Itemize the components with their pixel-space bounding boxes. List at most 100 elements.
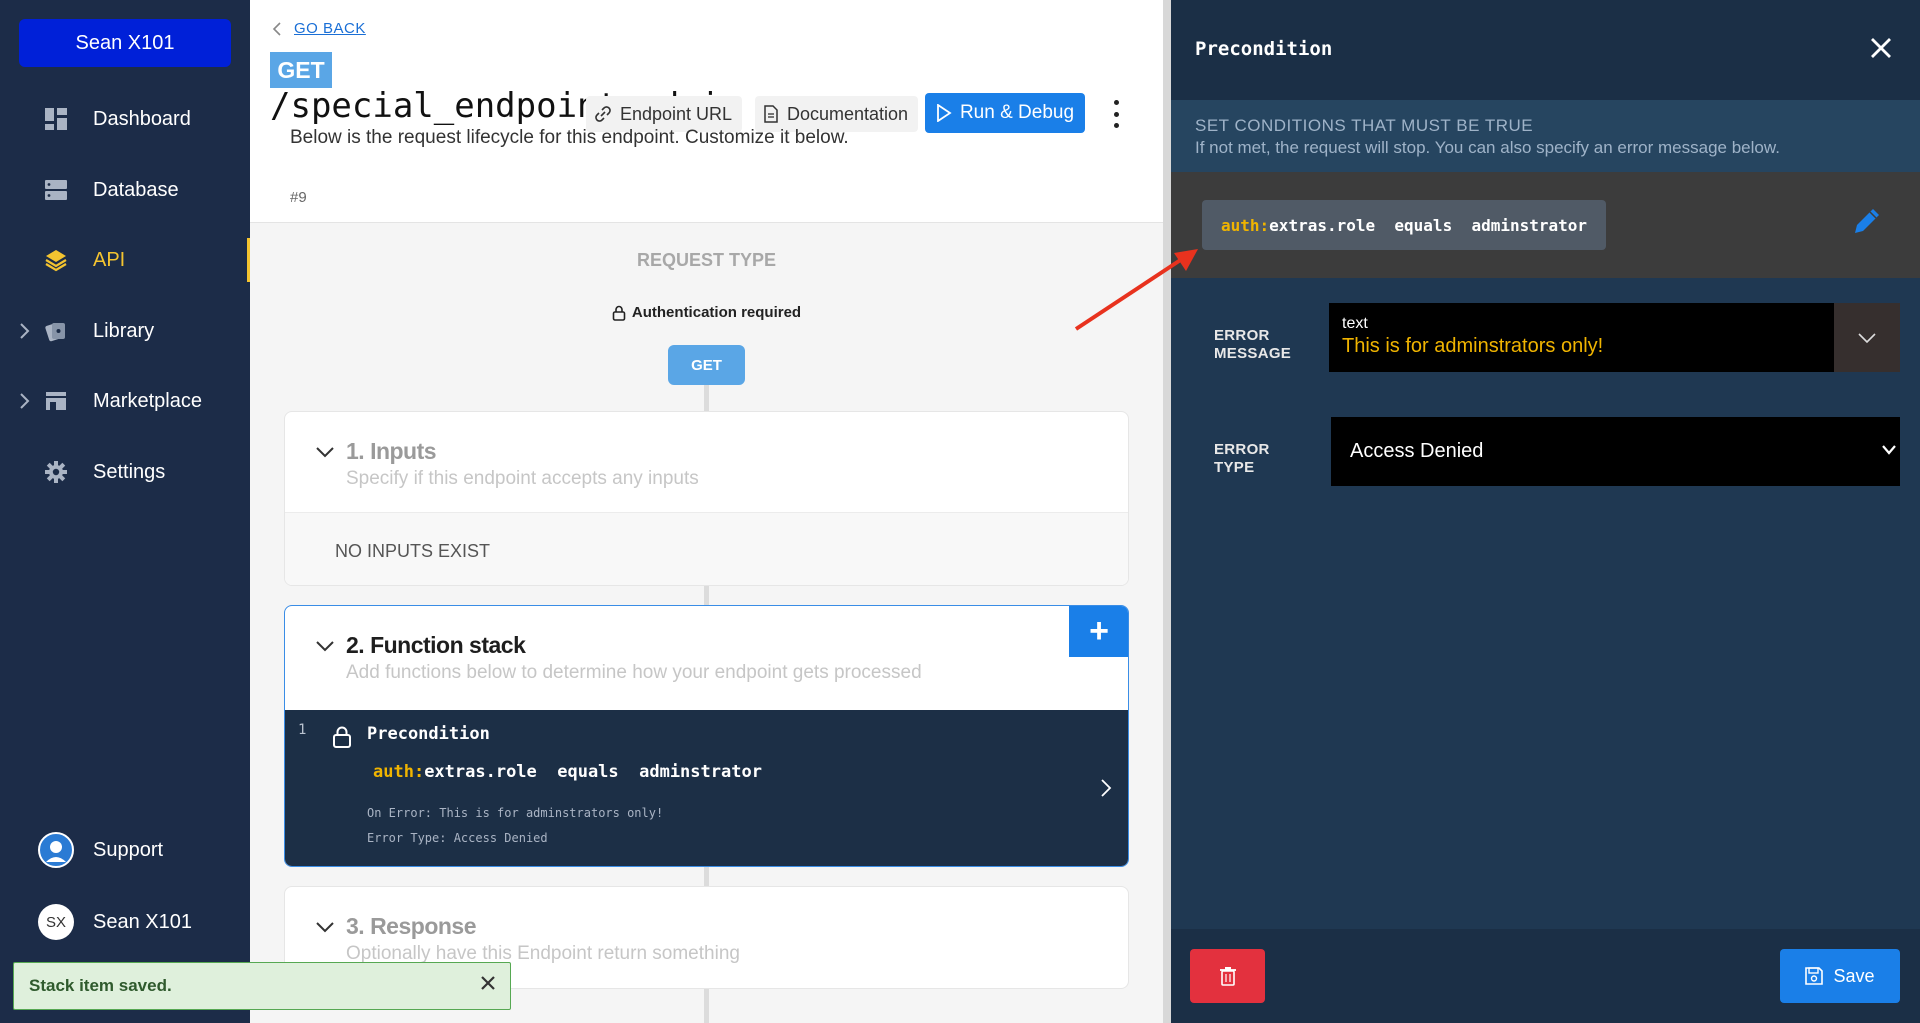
stack-item-error-type: Error Type: Access Denied (367, 831, 548, 845)
toast-notification: Stack item saved. (13, 962, 511, 1010)
pencil-icon[interactable] (1851, 205, 1883, 237)
save-button[interactable]: Save (1780, 949, 1900, 1003)
play-icon (937, 104, 952, 122)
stack-item-index: 1 (298, 722, 307, 738)
sidebar-item-database[interactable]: Database (0, 164, 250, 216)
lock-icon (612, 305, 626, 321)
main-content: GO BACK GET /special_endpoint_admin Endp… (250, 0, 1163, 1023)
error-message-value: This is for adminstrators only! (1342, 335, 1604, 357)
run-debug-label: Run & Debug (959, 102, 1075, 123)
main-scrollbar[interactable] (1163, 0, 1171, 1023)
sidebar-item-dashboard[interactable]: Dashboard (0, 93, 250, 145)
chevron-down-icon (1858, 332, 1876, 343)
sidebar-item-api[interactable]: API (0, 234, 250, 286)
chevron-down-icon[interactable] (315, 921, 335, 933)
documentation-label: Documentation (787, 103, 909, 124)
error-type-label: ERROR TYPE (1214, 441, 1270, 476)
link-icon (595, 106, 611, 122)
sidebar-item-label: Database (93, 178, 179, 201)
inputs-subtitle: Specify if this endpoint accepts any inp… (346, 468, 699, 489)
error-type-select[interactable]: Access Denied (1331, 417, 1900, 486)
sidebar-item-user[interactable]: SX Sean X101 (0, 896, 250, 948)
stack-item-name: Precondition (367, 724, 490, 744)
condition-pill[interactable]: auth: extras.role equals adminstrator (1202, 200, 1606, 250)
condition-expression: extras.role equals adminstrator (1269, 215, 1588, 235)
api-icon (45, 250, 67, 272)
workspace-button[interactable]: Sean X101 (19, 19, 231, 67)
panel-header: Precondition (1171, 0, 1920, 100)
chevron-left-icon[interactable] (272, 21, 282, 37)
close-icon[interactable] (1869, 36, 1893, 60)
run-debug-button[interactable]: Run & Debug (925, 93, 1085, 133)
section-title: SET CONDITIONS THAT MUST BE TRUE (1195, 116, 1534, 135)
condition-prefix: auth: (373, 762, 425, 782)
request-method-pill[interactable]: GET (668, 345, 745, 385)
sidebar-item-label: API (93, 248, 126, 271)
chevron-down-icon (1882, 445, 1896, 455)
method-badge: GET (270, 52, 332, 88)
condition-area: auth: extras.role equals adminstrator (1171, 172, 1920, 278)
save-label: Save (1833, 965, 1875, 986)
sidebar-item-label: Library (93, 319, 155, 342)
flow-connector (704, 585, 709, 605)
lock-icon (333, 726, 351, 748)
sidebar-item-library[interactable]: Library (0, 305, 250, 357)
function-stack-subtitle: Add functions below to determine how you… (346, 662, 922, 683)
floppy-disk-icon (1805, 967, 1824, 985)
sidebar-item-label: Dashboard (93, 107, 191, 130)
sidebar-item-settings[interactable]: Settings (0, 446, 250, 498)
flow-connector (704, 385, 709, 413)
stack-item-condition: auth:extras.role equals adminstrator (373, 762, 762, 782)
library-icon (45, 323, 65, 342)
sidebar-item-marketplace[interactable]: Marketplace (0, 375, 250, 427)
close-icon[interactable] (480, 975, 496, 991)
sidebar-item-label: Settings (93, 460, 166, 483)
user-name: Sean X101 (93, 910, 192, 933)
annotation-arrow (1074, 249, 1198, 331)
stack-item-precondition[interactable]: 1 Precondition auth:extras.role equals a… (285, 710, 1128, 866)
flow-connector (704, 988, 709, 1023)
chevron-right-icon[interactable] (1100, 778, 1112, 798)
marketplace-icon (46, 392, 66, 410)
chevron-down-icon[interactable] (315, 446, 335, 458)
error-message-type-dropdown[interactable] (1834, 303, 1900, 372)
support-agent-icon (46, 841, 66, 862)
delete-button[interactable] (1190, 949, 1265, 1003)
add-function-button[interactable]: + (1069, 606, 1128, 657)
document-icon (764, 105, 778, 123)
response-title[interactable]: 3. Response (346, 913, 477, 940)
gear-icon (45, 461, 67, 483)
support-avatar (38, 832, 74, 868)
trash-icon (1219, 967, 1236, 986)
condition-expression: extras.role equals adminstrator (424, 762, 762, 782)
sidebar-item-support[interactable]: Support (0, 824, 250, 876)
error-message-field[interactable]: text This is for adminstrators only! (1329, 303, 1900, 372)
endpoint-description: Below is the request lifecycle for this … (290, 127, 849, 148)
sidebar: Sean X101 Dashboard Database API Library… (0, 0, 250, 1023)
toast-message: Stack item saved. (29, 976, 172, 995)
function-stack-title[interactable]: 2. Function stack (346, 632, 526, 659)
chevron-right-icon[interactable] (18, 322, 30, 340)
function-stack-card: 2. Function stack Add functions below to… (284, 605, 1129, 867)
flow-connector (704, 866, 709, 886)
go-back-link[interactable]: GO BACK (294, 20, 366, 37)
inputs-card: 1. Inputs Specify if this endpoint accep… (284, 411, 1129, 586)
precondition-panel: Precondition SET CONDITIONS THAT MUST BE… (1171, 0, 1920, 1023)
chevron-down-icon[interactable] (315, 640, 335, 652)
error-message-type: text (1342, 315, 1368, 332)
sidebar-item-label: Support (93, 838, 164, 861)
request-type-title: REQUEST TYPE (636, 250, 777, 270)
section-subtitle: If not met, the request will stop. You c… (1195, 138, 1780, 157)
avatar: SX (38, 904, 74, 940)
error-type-value: Access Denied (1350, 440, 1484, 462)
stack-item-on-error: On Error: This is for adminstrators only… (367, 806, 664, 820)
more-options-icon[interactable] (1111, 100, 1121, 128)
inputs-empty-area: NO INPUTS EXIST (285, 512, 1128, 585)
conditions-section: SET CONDITIONS THAT MUST BE TRUE If not … (1171, 100, 1920, 172)
inputs-title[interactable]: 1. Inputs (346, 438, 437, 465)
condition-prefix: auth: (1221, 215, 1270, 235)
chevron-right-icon[interactable] (18, 392, 30, 410)
auth-required-label: Authentication required (631, 304, 802, 321)
sidebar-item-label: Marketplace (93, 389, 202, 412)
no-inputs-text: NO INPUTS EXIST (335, 541, 491, 561)
